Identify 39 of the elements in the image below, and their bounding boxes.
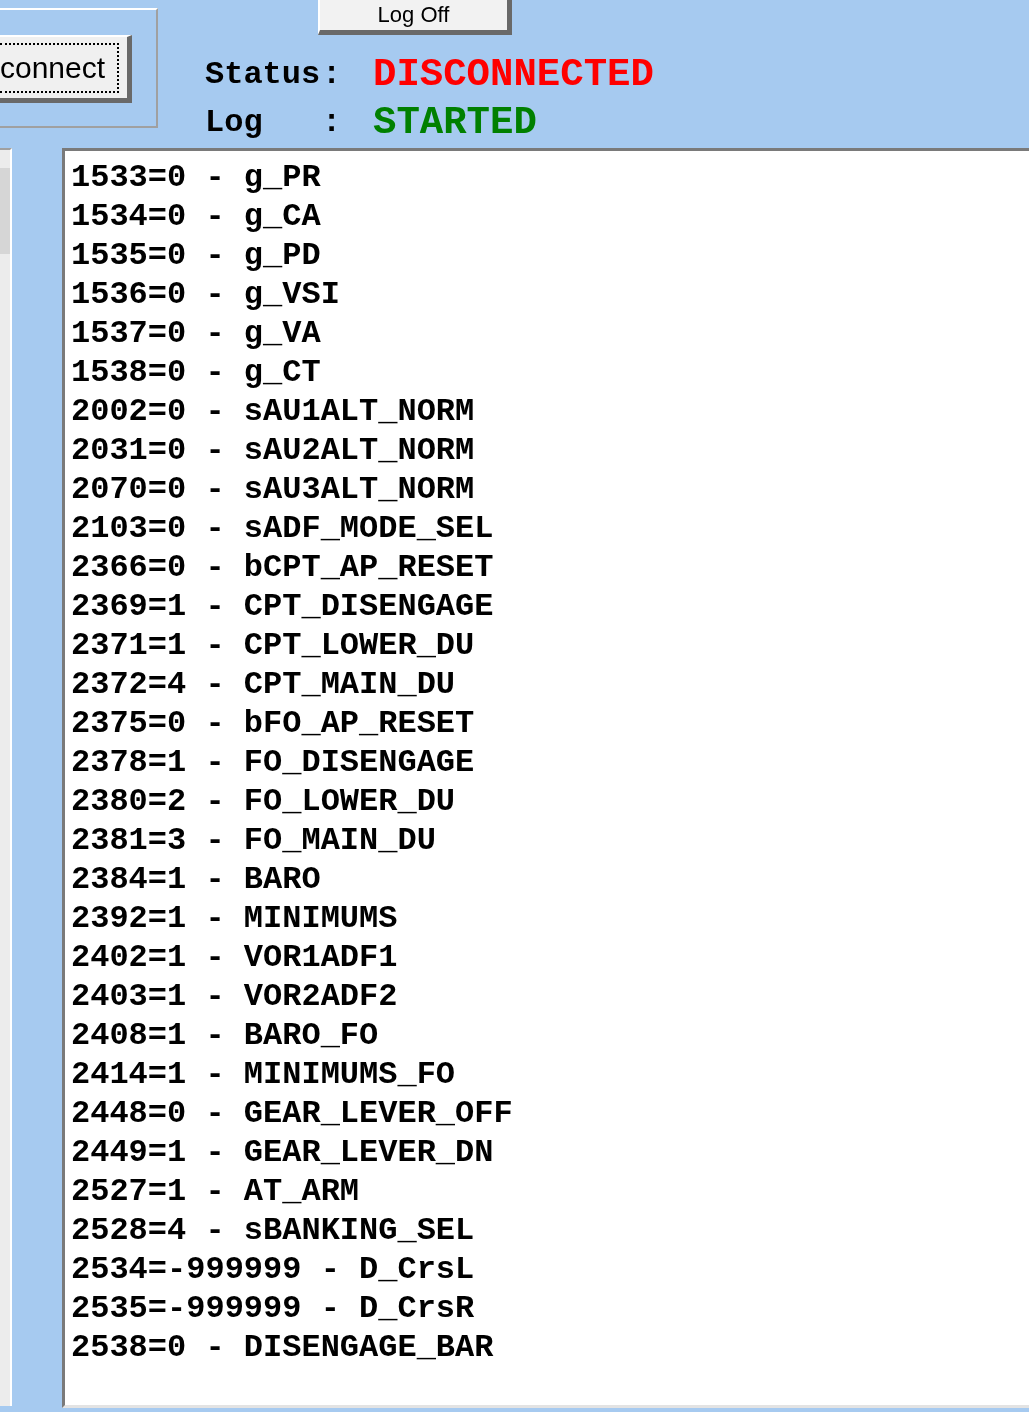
log-line: 2408=1 - BARO_FO: [71, 1016, 379, 1055]
log-line: 2384=1 - BARO: [71, 860, 321, 899]
log-line: 2380=2 - FO_LOWER_DU: [71, 782, 456, 821]
log-line: 2403=1 - VOR2ADF2: [71, 977, 398, 1016]
log-line: 1533=0 - g_PR: [71, 158, 321, 197]
log-line: 2002=0 - sAU1ALT_NORM: [71, 392, 475, 431]
status-label: Log: [205, 103, 264, 143]
status-value: DISCONNECTED: [373, 52, 654, 99]
log-line: 2449=1 - GEAR_LEVER_DN: [71, 1133, 494, 1172]
log-line: 2392=1 - MINIMUMS: [71, 899, 398, 938]
log-line: 1536=0 - g_VSI: [71, 275, 340, 314]
log-line: 1535=0 - g_PD: [71, 236, 321, 275]
status-label: Status: [205, 55, 322, 95]
log-line: 1534=0 - g_CA: [71, 197, 321, 236]
log-line: 2527=1 - AT_ARM: [71, 1172, 360, 1211]
log-line: 2369=1 - CPT_DISENGAGE: [71, 587, 494, 626]
label-colon: :: [322, 103, 342, 143]
log-line: 2372=4 - CPT_MAIN_DU: [71, 665, 456, 704]
log-line: 2031=0 - sAU2ALT_NORM: [71, 431, 475, 470]
log-line: 2103=0 - sADF_MODE_SEL: [71, 509, 494, 548]
log-line: 2371=1 - CPT_LOWER_DU: [71, 626, 475, 665]
log-line: 2378=1 - FO_DISENGAGE: [71, 743, 475, 782]
log-line: 2528=4 - sBANKING_SEL: [71, 1211, 475, 1250]
log-line: 2414=1 - MINIMUMS_FO: [71, 1055, 456, 1094]
disconnect-button[interactable]: connect: [0, 35, 132, 103]
log-line: 2538=0 - DISENGAGE_BAR: [71, 1328, 494, 1367]
log-line: 1537=0 - g_VA: [71, 314, 321, 353]
log-line: 2448=0 - GEAR_LEVER_OFF: [71, 1094, 513, 1133]
log-line: 2375=0 - bFO_AP_RESET: [71, 704, 475, 743]
log-line: 2381=3 - FO_MAIN_DU: [71, 821, 436, 860]
label-colon: :: [322, 55, 342, 95]
log-line: 2366=0 - bCPT_AP_RESET: [71, 548, 494, 587]
log-line: 2535=-999999 - D_CrsR: [71, 1289, 475, 1328]
status-value: STARTED: [373, 100, 537, 147]
log-line: 2070=0 - sAU3ALT_NORM: [71, 470, 475, 509]
log-line: 1538=0 - g_CT: [71, 353, 321, 392]
log-off-button[interactable]: Log Off: [318, 0, 512, 35]
log-line: 2402=1 - VOR1ADF1: [71, 938, 398, 977]
log-line: 2534=-999999 - D_CrsL: [71, 1250, 475, 1289]
